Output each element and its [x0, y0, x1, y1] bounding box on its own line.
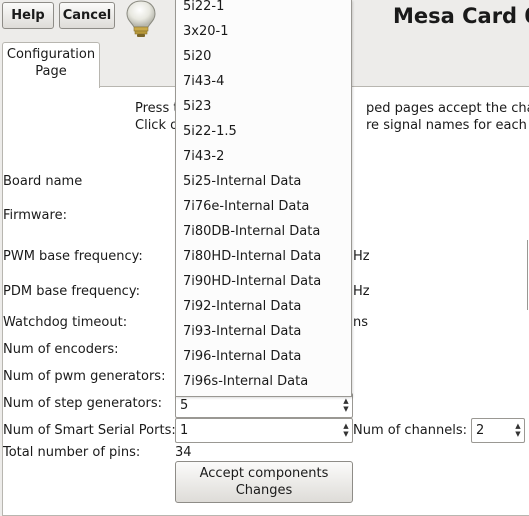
total-pins-label: Total number of pins: [3, 445, 141, 460]
tab-configuration-page[interactable]: Configuration Page [2, 42, 100, 88]
num-pwm-label: Num of pwm generators: [3, 369, 166, 384]
dropdown-option[interactable]: 3x20-1 [176, 19, 351, 44]
num-channels-value: 2 [476, 423, 485, 438]
instruction-line-1-tail: ped pages accept the chang [366, 101, 529, 116]
spin-arrows-icon[interactable]: ▲ ▼ [514, 422, 522, 439]
instruction-line-1: Press t [135, 101, 179, 116]
dropdown-option[interactable]: 7i43-4 [176, 69, 351, 94]
spin-arrows-icon[interactable]: ▲ ▼ [342, 397, 350, 414]
dropdown-option[interactable]: 7i43-2 [176, 144, 351, 169]
dropdown-option[interactable]: 5i23 [176, 94, 351, 119]
dropdown-option[interactable]: 7i80HD-Internal Data [176, 244, 351, 269]
spin-arrows-icon[interactable]: ▲ ▼ [342, 422, 350, 439]
dropdown-option[interactable]: 7i92-Internal Data [176, 294, 351, 319]
accept-line-1: Accept components [199, 466, 329, 481]
dropdown-option[interactable]: 5i22-1.5 [176, 119, 351, 144]
dropdown-option[interactable]: 7i96s-Internal Data [176, 369, 351, 394]
total-pins-value: 34 [175, 445, 192, 460]
instruction-line-2: Click o [135, 118, 179, 133]
pdm-frequency-label: PDM base frequency: [3, 284, 140, 299]
num-encoders-label: Num of encoders: [3, 342, 119, 357]
firmware-dropdown-list[interactable]: 5i22-1 3x20-1 5i20 7i43-4 5i23 5i22-1.5 7i43-2… [175, 0, 352, 397]
cancel-button[interactable]: Cancel [59, 2, 115, 29]
firmware-label: Firmware: [3, 208, 67, 223]
watchdog-unit: ns [353, 315, 369, 330]
pwm-frequency-label: PWM base frequency: [3, 249, 143, 264]
accept-line-2: Changes [235, 483, 293, 498]
num-step-value: 5 [180, 398, 189, 413]
window-title: Mesa Card 0 [392, 4, 529, 28]
tab-label: Configuration Page [6, 47, 96, 79]
instruction-line-2-tail: re signal names for each co [366, 118, 529, 133]
dropdown-option[interactable]: 5i22-1 [176, 0, 351, 19]
dropdown-option[interactable]: 7i80DB-Internal Data [176, 219, 351, 244]
num-sserial-spinbox[interactable]: 1 ▲ ▼ [175, 418, 353, 443]
accept-components-button[interactable]: Accept components Changes [175, 461, 353, 503]
help-button[interactable]: Help [2, 2, 54, 29]
num-sserial-value: 1 [180, 423, 189, 438]
num-step-label: Num of step generators: [3, 396, 163, 411]
dropdown-option[interactable]: 7i90HD-Internal Data [176, 269, 351, 294]
num-sserial-label: Num of Smart Serial Ports: [3, 423, 176, 438]
dropdown-option[interactable]: 7i96-Internal Data [176, 344, 351, 369]
dropdown-option[interactable]: 7i76e-Internal Data [176, 194, 351, 219]
num-channels-spinbox[interactable]: 2 ▲ ▼ [471, 418, 525, 443]
lightbulb-icon [124, 0, 158, 38]
board-name-label: Board name [3, 174, 83, 189]
frame-border [527, 240, 528, 310]
dropdown-option[interactable]: 5i20 [176, 44, 351, 69]
watchdog-label: Watchdog timeout: [3, 315, 128, 330]
num-channels-label: Num of channels: [353, 423, 468, 438]
dropdown-option[interactable]: 7i93-Internal Data [176, 319, 351, 344]
pwm-frequency-unit: Hz [353, 249, 370, 264]
dropdown-option[interactable]: 5i25-Internal Data [176, 169, 351, 194]
pdm-frequency-unit: Hz [353, 284, 370, 299]
